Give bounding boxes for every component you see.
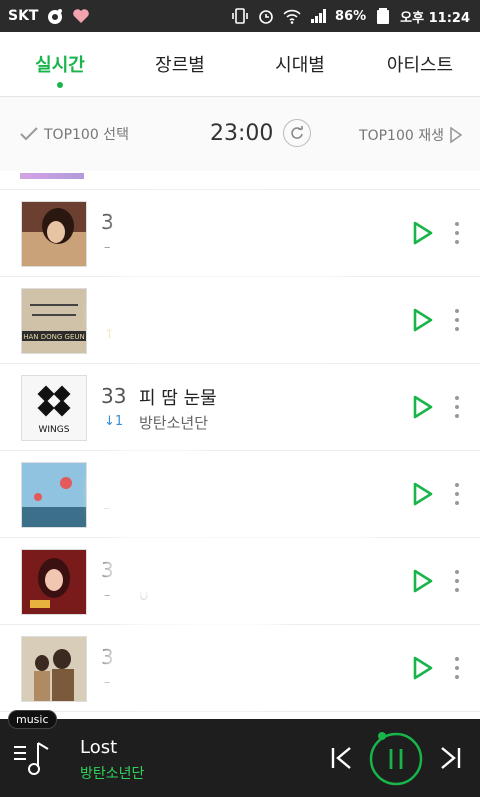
redaction-blur [190,588,270,610]
more-options-icon[interactable] [454,396,460,418]
rank: 33 [101,384,127,408]
more-options-icon[interactable] [454,570,460,592]
list-item[interactable]: HAN DONG GEUN ↑ [0,277,480,364]
rank-change: ↓1 [104,414,124,429]
status-bar: SKT 86% 오후 11:24 [0,0,480,32]
play-icon[interactable] [412,395,434,419]
rank-change: – [104,501,111,516]
more-options-icon[interactable] [454,657,460,679]
wifi-icon [283,9,301,24]
more-options-icon[interactable] [454,483,460,505]
checkmark-icon [20,127,38,141]
album-cover [21,636,87,702]
redaction-blur [130,210,280,254]
play-icon[interactable] [412,569,434,593]
tab-label: 실시간 [35,55,85,76]
more-options-icon[interactable] [454,222,460,244]
play-icon[interactable] [412,308,434,332]
tab-genre[interactable]: 장르별 [120,32,240,96]
tab-realtime[interactable]: 실시간 [0,32,120,96]
play-top100-label: TOP100 재생 [359,128,444,144]
rank-change: – [104,675,111,690]
rank-change: – [104,240,111,255]
next-icon[interactable] [438,745,462,771]
clock: 오후 11:24 [400,10,470,26]
album-cover [21,201,87,267]
tab-artist[interactable]: 아티스트 [360,32,480,96]
more-options-icon[interactable] [454,309,460,331]
refresh-icon [291,126,304,139]
redaction-blur [112,291,352,343]
chart-list: 3 – HAN DONG GEUN ↑ WINGS 33 ↓1 피 땀 눈물 방… [0,171,480,712]
battery-percent: 86% [335,8,367,24]
rank-change: ↑ [104,327,115,342]
refresh-button[interactable] [283,119,312,147]
previous-icon[interactable] [330,745,354,771]
play-icon[interactable] [412,656,434,680]
album-cover-partial [20,173,84,179]
battery-icon [377,8,390,24]
select-top100-button[interactable]: TOP100 선택 [0,124,129,144]
album-cover: HAN DONG GEUN [21,288,87,354]
list-item-partial [0,171,480,190]
mini-player[interactable]: music Lost 방탄소년단 [0,710,480,797]
cover-text: WINGS [39,425,70,435]
list-item[interactable]: 3 – 0 [0,538,480,625]
now-playing-title: Lost [80,737,118,758]
tab-label: 시대별 [275,55,325,76]
list-item[interactable]: 3 – [0,190,480,277]
song-title: 피 땀 눈물 [139,388,217,409]
tab-label: 장르별 [155,55,205,76]
list-item[interactable]: 3 – [0,625,480,712]
play-icon[interactable] [412,221,434,245]
pause-icon[interactable] [368,731,424,787]
play-icon[interactable] [412,482,434,506]
vibrate-icon [232,8,248,24]
play-top100-button[interactable]: TOP100 재생 [359,125,462,145]
heart-icon [73,9,90,23]
active-tab-indicator [57,82,63,88]
redaction-blur [110,463,206,519]
rank-change: – [104,588,111,603]
rank: 3 [101,645,114,669]
music-badge: music [8,710,57,729]
chart-toolbar: TOP100 선택 23:00 TOP100 재생 [0,97,480,171]
rank: 3 [101,210,114,234]
redaction-blur [118,548,376,592]
list-item[interactable]: WINGS 33 ↓1 피 땀 눈물 방탄소년단 [0,364,480,451]
cover-text: HAN DONG GEUN [23,333,85,341]
redaction-blur [118,635,282,693]
carrier-label: SKT [8,8,39,24]
artist-name: 방탄소년단 [139,414,209,432]
alarm-icon [259,10,273,24]
rank: 3 [101,558,114,582]
album-cover [21,549,87,615]
circle-o-icon [48,9,63,24]
now-playing-artist: 방탄소년단 [80,766,145,782]
play-outline-icon [450,127,462,143]
album-cover [21,462,87,528]
tab-label: 아티스트 [386,55,454,76]
tab-era[interactable]: 시대별 [240,32,360,96]
list-item[interactable]: – [0,451,480,538]
chart-tabs: 실시간 장르별 시대별 아티스트 [0,32,480,97]
album-cover: WINGS [21,375,87,441]
select-top100-label: TOP100 선택 [44,127,129,143]
playlist-icon[interactable] [10,737,54,781]
chart-time: 23:00 [210,120,274,146]
signal-icon [311,9,327,23]
